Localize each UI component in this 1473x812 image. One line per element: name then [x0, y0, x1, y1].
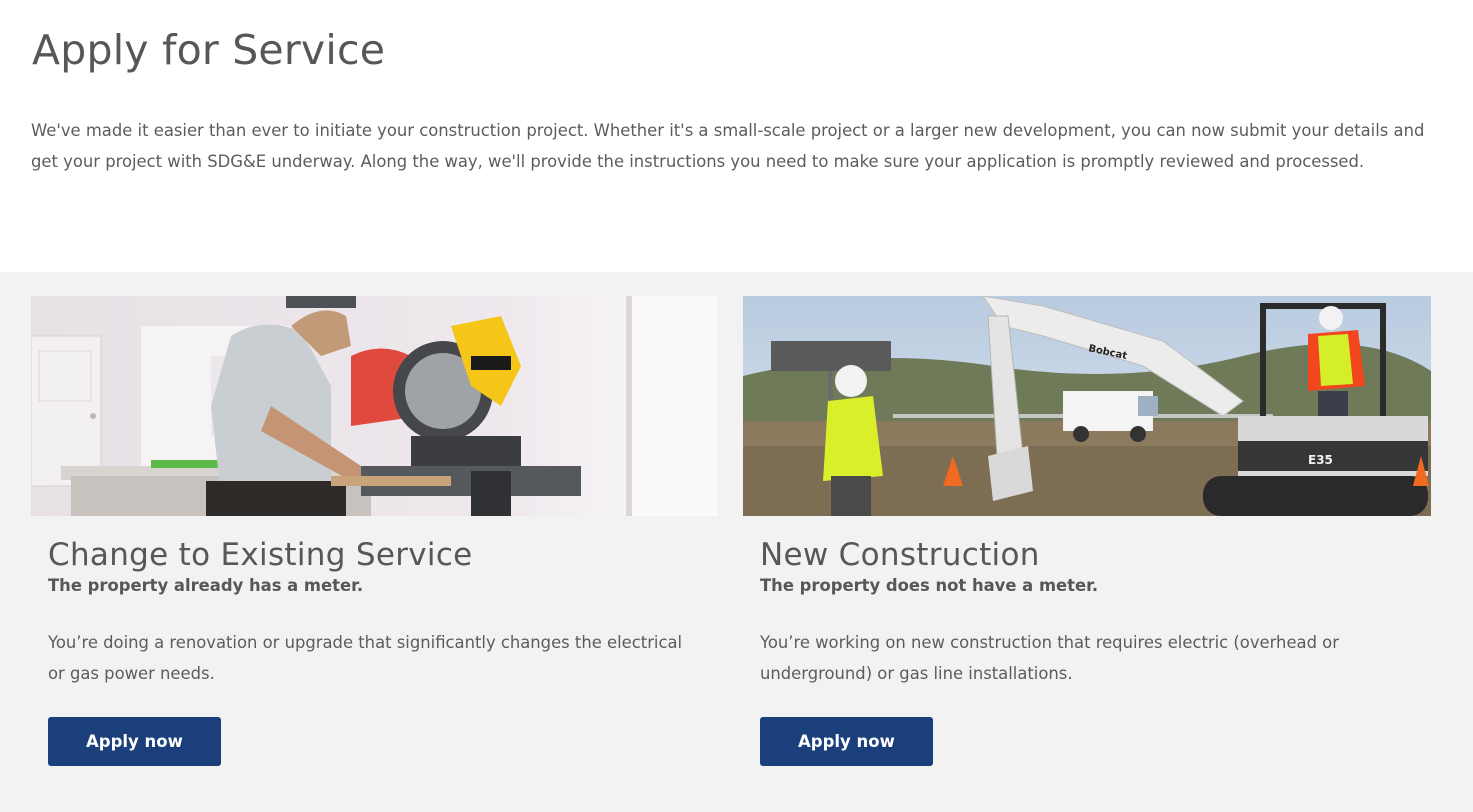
model-text: E35: [1308, 453, 1333, 467]
card-subtitle: The property already has a meter.: [48, 576, 364, 595]
card-new-construction: Bobcat E35 New Construction The property…: [743, 296, 1431, 766]
card-title: Change to Existing Service: [48, 537, 473, 573]
card-title: New Construction: [760, 537, 1040, 573]
card-existing-service: Change to Existing Service The property …: [31, 296, 718, 766]
card-description: You’re doing a renovation or upgrade tha…: [48, 633, 683, 683]
card-body: New Construction The property does not h…: [743, 536, 1431, 766]
card-description: You’re working on new construction that …: [760, 633, 1339, 683]
apply-now-button-existing[interactable]: Apply now: [48, 717, 221, 766]
card-body: Change to Existing Service The property …: [31, 536, 718, 766]
renovation-photo: [31, 296, 718, 516]
apply-now-button-new[interactable]: Apply now: [760, 717, 933, 766]
intro-section: Apply for Service We've made it easier t…: [0, 0, 1473, 272]
excavator-photo: Bobcat E35: [743, 296, 1431, 516]
page-title: Apply for Service: [32, 26, 386, 74]
intro-paragraph: We've made it easier than ever to initia…: [31, 121, 1425, 171]
card-subtitle: The property does not have a meter.: [760, 576, 1099, 595]
service-options: Change to Existing Service The property …: [0, 272, 1473, 812]
